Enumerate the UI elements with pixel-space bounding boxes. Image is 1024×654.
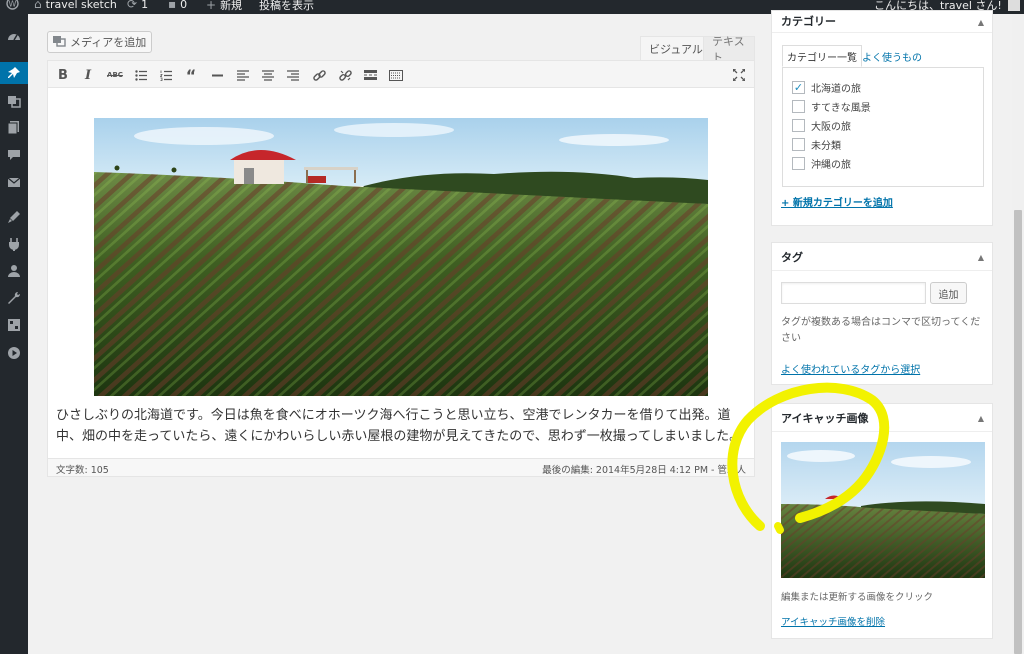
posts-icon[interactable] xyxy=(0,62,28,84)
category-box: カテゴリー ▲ カテゴリー一覧 よく使うもの ✓ 北海道の旅 すてきな風景 大阪… xyxy=(771,10,993,226)
post-image[interactable] xyxy=(94,118,708,396)
checkbox-checked[interactable]: ✓ xyxy=(792,81,805,94)
category-item[interactable]: 沖縄の旅 xyxy=(792,156,851,171)
featured-image-hint: 編集または更新する画像をクリック xyxy=(781,592,934,603)
plus-icon: + xyxy=(206,0,217,12)
category-box-title[interactable]: カテゴリー xyxy=(772,9,992,33)
post-editor: メディアを追加 ビジュアル テキスト B I ABC “ ひさしぶりの北海道です… xyxy=(47,30,755,477)
read-more-icon[interactable] xyxy=(358,63,382,87)
users-icon[interactable] xyxy=(0,260,28,282)
post-body-text: ひさしぶりの北海道です。今日は魚を食べにオホーツク海へ行こうと思い立ち、空港でレ… xyxy=(56,408,743,444)
checkbox[interactable] xyxy=(792,157,805,170)
add-new-category-link[interactable]: + 新規カテゴリーを追加 xyxy=(781,194,893,209)
appearance-icon[interactable] xyxy=(0,206,28,228)
tab-popular-categories[interactable]: よく使うもの xyxy=(858,45,926,67)
plugins-icon[interactable] xyxy=(0,233,28,255)
collapse-arrow-icon[interactable]: ▲ xyxy=(978,414,984,423)
home-icon: ⌂ xyxy=(34,0,42,11)
media-icon[interactable] xyxy=(0,90,28,112)
collapse-arrow-icon[interactable]: ▲ xyxy=(978,18,984,27)
add-media-button[interactable]: メディアを追加 xyxy=(47,31,153,53)
tools-icon[interactable] xyxy=(0,287,28,309)
editor-content[interactable]: ひさしぶりの北海道です。今日は魚を食べにオホーツク海へ行こうと思い立ち、空港でレ… xyxy=(48,89,754,449)
numbered-list-icon[interactable] xyxy=(154,63,178,87)
featured-image-thumbnail[interactable] xyxy=(781,442,985,578)
feedback-icon[interactable] xyxy=(0,171,28,193)
word-count: 文字数: 105 xyxy=(56,465,109,476)
comments-icon: ▪ xyxy=(168,0,177,11)
collapse-arrow-icon[interactable]: ▲ xyxy=(978,253,984,262)
editor-status-bar: 文字数: 105 最後の編集: 2014年5月28日 4:12 PM - 管理人 xyxy=(48,458,754,476)
tag-input[interactable] xyxy=(781,282,926,304)
tab-text[interactable]: テキスト xyxy=(703,35,755,64)
category-item[interactable]: ✓ 北海道の旅 xyxy=(792,80,861,95)
checkbox[interactable] xyxy=(792,119,805,132)
choose-popular-tags-link[interactable]: よく使われているタグから選択 xyxy=(781,361,920,376)
strikethrough-icon[interactable]: ABC xyxy=(103,63,127,87)
toolbar-toggle-icon[interactable] xyxy=(384,63,408,87)
wordpress-logo-icon[interactable]: W xyxy=(6,0,19,10)
blockquote-icon[interactable]: “ xyxy=(179,63,203,87)
comments-link[interactable]: ▪ 0 xyxy=(168,0,187,11)
tab-all-categories[interactable]: カテゴリー一覧 xyxy=(782,45,862,67)
align-left-icon[interactable] xyxy=(231,63,255,87)
add-tag-button[interactable]: 追加 xyxy=(930,282,967,304)
category-checklist: ✓ 北海道の旅 すてきな風景 大阪の旅 未分類 沖縄の旅 xyxy=(782,67,984,187)
remove-featured-image-link[interactable]: アイキャッチ画像を削除 xyxy=(781,614,885,628)
page-scrollbar[interactable] xyxy=(1012,14,1024,654)
tags-box: タグ ▲ 追加 タグが複数ある場合はコンマで区切ってください よく使われているタ… xyxy=(771,242,993,385)
view-post-link[interactable]: 投稿を表示 xyxy=(259,0,314,13)
editor-toolbar: B I ABC “ xyxy=(48,61,754,88)
align-center-icon[interactable] xyxy=(256,63,280,87)
media-icon xyxy=(52,35,66,50)
new-content-link[interactable]: + 新規 xyxy=(206,0,242,13)
avatar xyxy=(1007,0,1020,11)
scrollbar-thumb[interactable] xyxy=(1014,210,1022,654)
video-icon[interactable] xyxy=(0,342,28,364)
tab-visual[interactable]: ビジュアル xyxy=(640,36,712,60)
editor-container: B I ABC “ ひさしぶりの北海道です。今日は魚を食べにオホーツク海へ行こう… xyxy=(47,60,755,477)
settings-icon[interactable] xyxy=(0,314,28,336)
category-item[interactable]: すてきな風景 xyxy=(792,99,871,114)
updates-link[interactable]: ⟳ 1 xyxy=(127,0,148,11)
svg-text:W: W xyxy=(9,0,17,9)
bold-icon[interactable]: B xyxy=(51,63,75,87)
bulleted-list-icon[interactable] xyxy=(129,63,153,87)
horizontal-line-icon[interactable] xyxy=(205,63,229,87)
pages-icon[interactable] xyxy=(0,116,28,138)
featured-image-box: アイキャッチ画像 ▲ 編集または更新する画像をクリック アイキャッチ画像を削除 xyxy=(771,403,993,639)
admin-menu xyxy=(0,14,28,654)
checkbox[interactable] xyxy=(792,138,805,151)
site-name-link[interactable]: ⌂ travel sketch xyxy=(34,0,117,11)
category-item[interactable]: 大阪の旅 xyxy=(792,118,851,133)
updates-icon: ⟳ xyxy=(127,0,138,11)
checkbox[interactable] xyxy=(792,100,805,113)
italic-icon[interactable]: I xyxy=(76,63,100,87)
fullscreen-icon[interactable] xyxy=(727,63,751,87)
comments-menu-icon[interactable] xyxy=(0,144,28,166)
tags-box-title[interactable]: タグ xyxy=(772,243,992,271)
remove-link-icon[interactable] xyxy=(333,63,357,87)
featured-image-box-title[interactable]: アイキャッチ画像 xyxy=(772,404,992,432)
align-right-icon[interactable] xyxy=(281,63,305,87)
insert-link-icon[interactable] xyxy=(307,63,331,87)
last-edited: 最後の編集: 2014年5月28日 4:12 PM - 管理人 xyxy=(542,465,746,476)
category-item[interactable]: 未分類 xyxy=(792,137,841,152)
tag-hint-text: タグが複数ある場合はコンマで区切ってください xyxy=(781,317,981,344)
dashboard-icon[interactable] xyxy=(0,26,28,48)
